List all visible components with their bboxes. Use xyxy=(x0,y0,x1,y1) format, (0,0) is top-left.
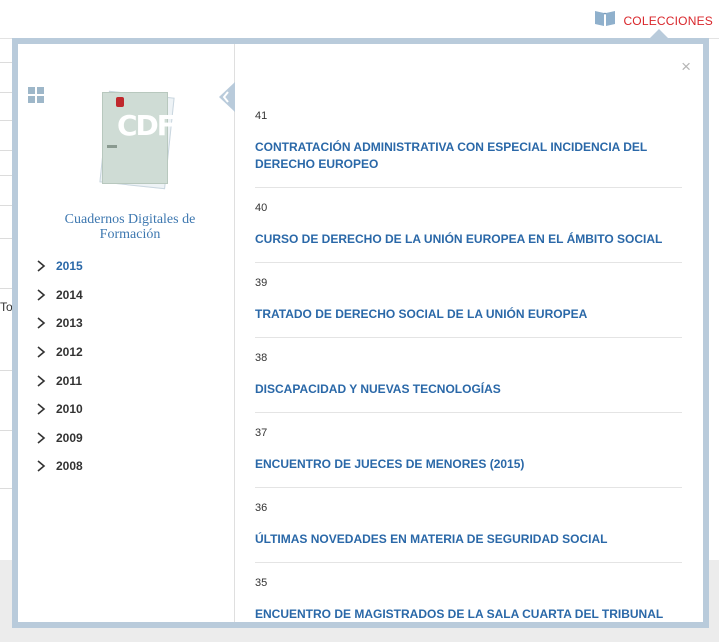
issue-title-link[interactable]: ENCUENTRO DE MAGISTRADOS DE LA SALA CUAR… xyxy=(255,606,682,622)
collapse-sidebar-icon[interactable] xyxy=(219,82,235,112)
chevron-right-icon xyxy=(34,374,48,388)
issue-number: 41 xyxy=(255,110,268,122)
modal-caret xyxy=(650,29,668,38)
year-item-2011[interactable]: 2011 xyxy=(34,366,83,395)
issue-title-link[interactable]: ÚLTIMAS NOVEDADES EN MATERIA DE SEGURIDA… xyxy=(255,531,682,548)
publication-entry: 38 DISCAPACIDAD Y NUEVAS TECNOLOGÍAS xyxy=(255,338,682,413)
cover-logo: CDF xyxy=(117,109,176,142)
coat-of-arms-icon xyxy=(116,97,124,107)
issue-number: 37 xyxy=(255,427,268,439)
year-item-2014[interactable]: 2014 xyxy=(34,281,83,310)
issue-number: 38 xyxy=(255,352,268,364)
year-label: 2015 xyxy=(56,259,83,274)
publication-cover[interactable]: CDF xyxy=(98,88,176,190)
chevron-right-icon xyxy=(34,459,48,473)
chevron-right-icon xyxy=(34,431,48,445)
publication-entry: 36 ÚLTIMAS NOVEDADES EN MATERIA DE SEGURI… xyxy=(255,488,682,563)
top-bar: COLECCIONES xyxy=(0,0,719,39)
issue-number: 40 xyxy=(255,202,268,214)
cover-stripe xyxy=(107,145,117,148)
chevron-right-icon xyxy=(34,288,48,302)
year-item-2013[interactable]: 2013 xyxy=(34,309,83,338)
publication-entry: 40 CURSO DE DERECHO DE LA UNIÓN EUROPEA E… xyxy=(255,188,682,263)
background-partial-text: To xyxy=(0,300,13,314)
year-label: 2009 xyxy=(56,430,83,445)
close-icon[interactable]: × xyxy=(681,58,691,75)
year-label: 2013 xyxy=(56,316,83,331)
year-item-2015[interactable]: 2015 xyxy=(34,252,83,281)
collection-sidebar: CDF Cuadernos Digitales de Formación 201… xyxy=(18,44,235,622)
open-book-icon xyxy=(594,9,616,32)
issue-number: 36 xyxy=(255,502,268,514)
grid-view-icon[interactable] xyxy=(28,87,44,103)
chevron-right-icon xyxy=(34,316,48,330)
publication-entry: 39 TRATADO DE DERECHO SOCIAL DE LA UNIÓN … xyxy=(255,263,682,338)
publication-entry: 41 CONTRATACIÓN ADMINISTRATIVA CON ESPECI… xyxy=(255,96,682,188)
issue-title-link[interactable]: TRATADO DE DERECHO SOCIAL DE LA UNIÓN EU… xyxy=(255,306,682,323)
issue-title-link[interactable]: ENCUENTRO DE JUECES DE MENORES (2015) xyxy=(255,456,682,473)
collections-modal: × CDF Cuadernos Digitales de Formación 2… xyxy=(12,38,709,628)
year-item-2012[interactable]: 2012 xyxy=(34,338,83,367)
publication-list: 41 CONTRATACIÓN ADMINISTRATIVA CON ESPECI… xyxy=(255,96,682,622)
issue-title-link[interactable]: DISCAPACIDAD Y NUEVAS TECNOLOGÍAS xyxy=(255,381,682,398)
year-label: 2014 xyxy=(56,287,83,302)
publication-entry: 37 ENCUENTRO DE JUECES DE MENORES (2015) xyxy=(255,413,682,488)
issue-number: 35 xyxy=(255,577,268,589)
chevron-right-icon xyxy=(34,259,48,273)
issue-title-link[interactable]: CURSO DE DERECHO DE LA UNIÓN EUROPEA EN … xyxy=(255,231,682,248)
publication-entry: 35 ENCUENTRO DE MAGISTRADOS DE LA SALA CU… xyxy=(255,563,682,622)
issue-number: 39 xyxy=(255,277,268,289)
year-label: 2010 xyxy=(56,402,83,417)
chevron-right-icon xyxy=(34,345,48,359)
year-item-2009[interactable]: 2009 xyxy=(34,424,83,453)
year-item-2010[interactable]: 2010 xyxy=(34,395,83,424)
chevron-right-icon xyxy=(34,402,48,416)
year-list: 2015 2014 2013 2012 2011 2010 2009 2008 xyxy=(34,252,83,481)
cover-front: CDF xyxy=(102,92,176,184)
publication-title: Cuadernos Digitales de Formación xyxy=(64,212,196,242)
year-label: 2012 xyxy=(56,345,83,360)
year-item-2008[interactable]: 2008 xyxy=(34,452,83,481)
collections-label: COLECCIONES xyxy=(623,13,713,28)
issue-title-link[interactable]: CONTRATACIÓN ADMINISTRATIVA CON ESPECIAL… xyxy=(255,139,682,173)
year-label: 2008 xyxy=(56,459,83,474)
year-label: 2011 xyxy=(56,373,83,388)
